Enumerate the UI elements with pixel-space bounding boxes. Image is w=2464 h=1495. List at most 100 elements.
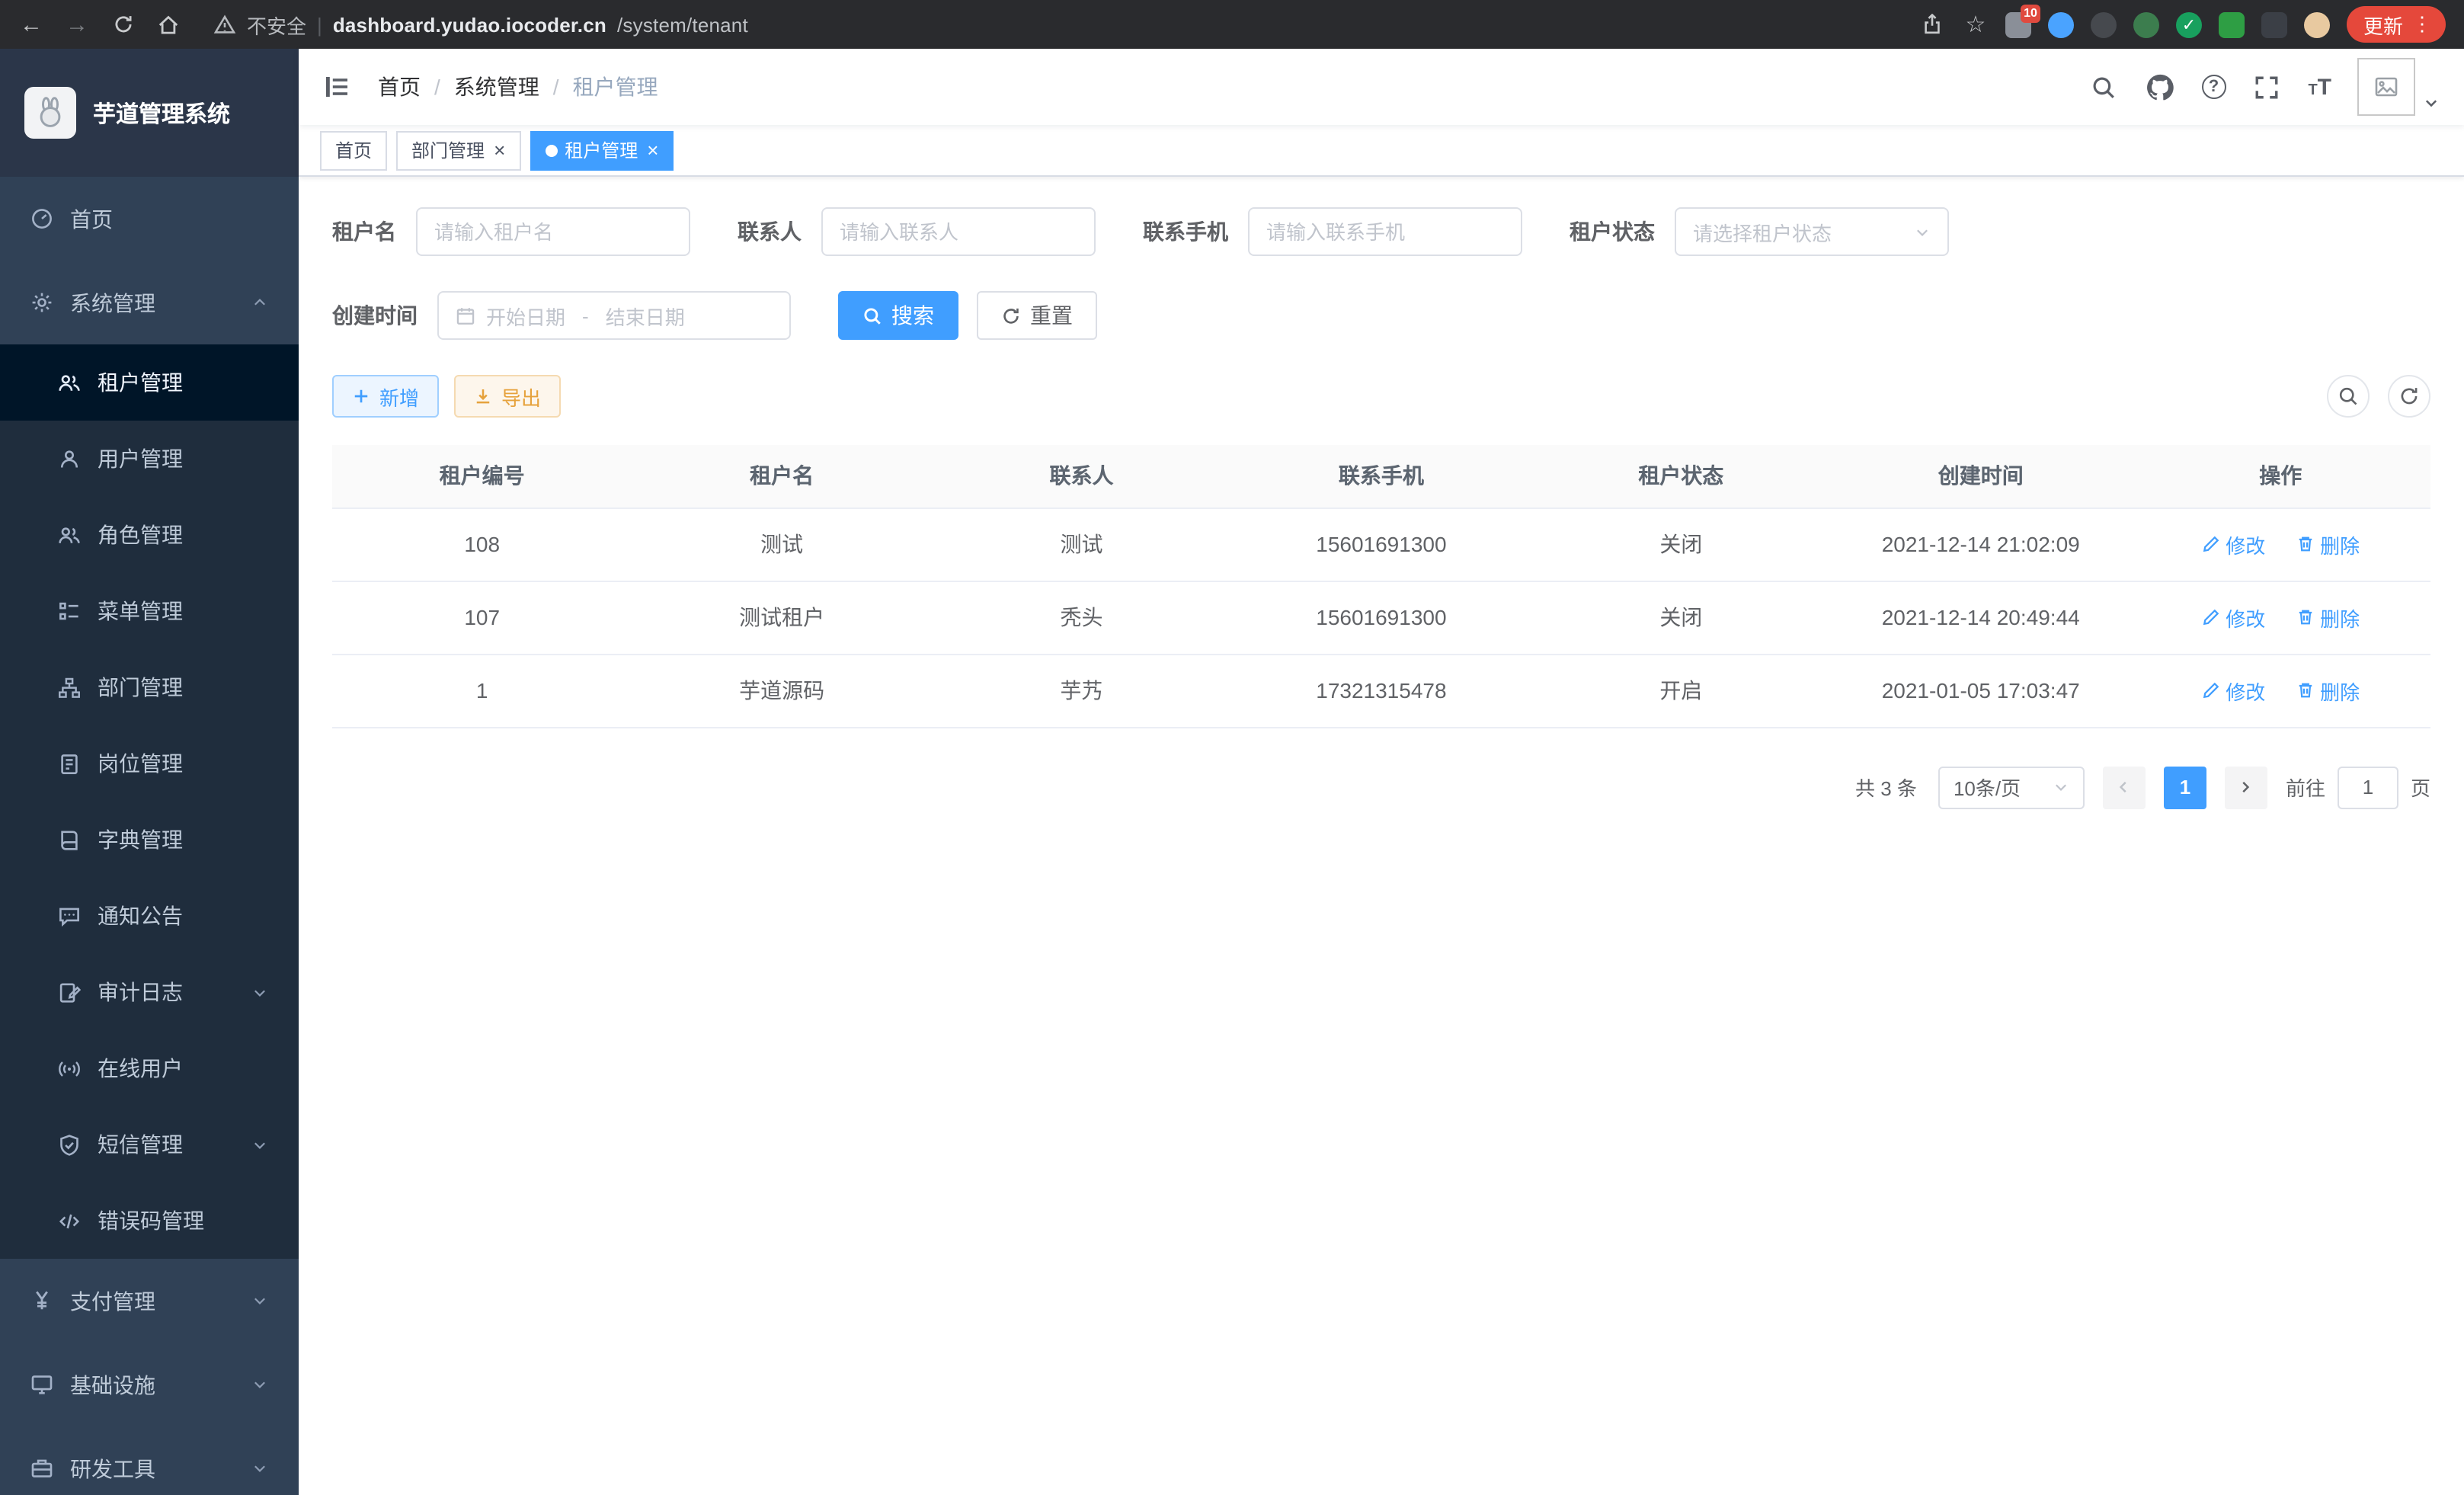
back-icon[interactable]: ← xyxy=(18,11,44,37)
sidebar-item-menus[interactable]: 菜单管理 xyxy=(0,573,299,649)
chevron-down-icon xyxy=(251,1460,268,1477)
pencil-icon xyxy=(2201,608,2219,626)
sidebar-item-sms[interactable]: 短信管理 xyxy=(0,1106,299,1183)
chevron-down-icon[interactable] xyxy=(2423,94,2440,111)
search-button[interactable]: 搜索 xyxy=(838,291,958,340)
search-circle-icon[interactable] xyxy=(2327,375,2370,418)
delete-button[interactable]: 删除 xyxy=(2296,676,2360,705)
share-icon[interactable] xyxy=(1920,11,1946,37)
extension-check-icon[interactable]: ✓ xyxy=(2176,11,2202,37)
dept-tree-icon xyxy=(58,676,81,699)
contact-input[interactable] xyxy=(840,220,1077,243)
extension-icon[interactable]: 10 xyxy=(2005,11,2031,37)
date-range-picker[interactable]: 开始日期 - 结束日期 xyxy=(437,291,791,340)
breadcrumb-home[interactable]: 首页 xyxy=(378,72,421,102)
breadcrumb-tenant: 租户管理 xyxy=(573,72,658,102)
sidebar-item-dict[interactable]: 字典管理 xyxy=(0,802,299,878)
browser-toolbar: ← → 不安全 | dashboard.yudao.iocoder.cn/sys… xyxy=(0,0,2464,49)
pagination-total: 共 3 条 xyxy=(1855,773,1917,802)
toolbar: 新增 导出 xyxy=(332,375,2430,418)
puzzle-icon[interactable] xyxy=(2261,11,2287,37)
sidebar-item-tenant[interactable]: 租户管理 xyxy=(0,344,299,421)
github-icon[interactable] xyxy=(2145,72,2175,102)
date-start-placeholder: 开始日期 xyxy=(486,301,565,330)
edit-button[interactable]: 修改 xyxy=(2201,530,2265,559)
sidebar-item-notice[interactable]: 通知公告 xyxy=(0,878,299,954)
page-size-select[interactable]: 10条/页 xyxy=(1938,766,2085,808)
extension-drop-icon[interactable] xyxy=(2048,11,2074,37)
tags-view: 首页 部门管理 × 租户管理 × xyxy=(299,125,2464,177)
status-select[interactable]: 请选择租户状态 xyxy=(1675,207,1949,256)
calendar-icon xyxy=(456,306,475,325)
close-icon[interactable]: × xyxy=(647,140,658,160)
chevron-down-icon xyxy=(1914,223,1931,240)
chevron-down-icon xyxy=(251,1292,268,1309)
sidebar-item-online-users[interactable]: 在线用户 xyxy=(0,1030,299,1106)
status-text: 关闭 xyxy=(1531,507,1831,581)
page-number-button[interactable]: 1 xyxy=(2164,766,2206,808)
add-button[interactable]: 新增 xyxy=(332,375,439,418)
trash-icon xyxy=(2296,681,2314,699)
prev-page-button[interactable] xyxy=(2103,766,2146,808)
refresh-icon[interactable] xyxy=(110,11,136,37)
filter-row-2: 创建时间 开始日期 - 结束日期 搜索 xyxy=(332,291,2430,340)
sidebar-item-dev-tools[interactable]: 研发工具 xyxy=(0,1426,299,1495)
avatar[interactable] xyxy=(2357,58,2415,116)
active-dot xyxy=(545,144,557,156)
col-status: 租户状态 xyxy=(1531,445,1831,507)
col-created: 创建时间 xyxy=(1831,445,2130,507)
chrome-update-button[interactable]: 更新 ⋮ xyxy=(2347,6,2446,43)
sidebar-menu: 首页 系统管理 租户管理 用户管理 角色管理 xyxy=(0,177,299,1495)
tag-home[interactable]: 首页 xyxy=(320,130,387,170)
extension-dark-icon[interactable] xyxy=(2091,11,2117,37)
omnibox[interactable]: 不安全 | dashboard.yudao.iocoder.cn/system/… xyxy=(213,10,748,39)
sidebar-item-posts[interactable]: 岗位管理 xyxy=(0,725,299,802)
star-icon[interactable]: ☆ xyxy=(1963,11,1989,37)
sidebar-item-system[interactable]: 系统管理 xyxy=(0,261,299,344)
tenant-table: 租户编号 租户名 联系人 联系手机 租户状态 创建时间 操作 108 测试 xyxy=(332,445,2430,728)
help-icon[interactable]: ? xyxy=(2201,75,2226,99)
user-menu[interactable] xyxy=(2357,58,2440,116)
plus-icon xyxy=(352,387,370,405)
font-size-icon[interactable]: TT xyxy=(2308,74,2331,100)
home-icon[interactable] xyxy=(155,11,181,37)
fullscreen-icon[interactable] xyxy=(2251,72,2282,102)
sidebar-item-depts[interactable]: 部门管理 xyxy=(0,649,299,725)
sidebar-item-error-codes[interactable]: 错误码管理 xyxy=(0,1183,299,1259)
sidebar-logo[interactable]: 芋道管理系统 xyxy=(0,49,299,177)
profile-avatar-icon[interactable] xyxy=(2304,11,2330,37)
sidebar-item-audit-log[interactable]: 审计日志 xyxy=(0,954,299,1030)
close-icon[interactable]: × xyxy=(494,140,505,160)
menu-tree-icon xyxy=(58,600,81,623)
tenant-name-input[interactable] xyxy=(434,220,672,243)
infra-icon xyxy=(30,1373,53,1396)
breadcrumb-system[interactable]: 系统管理 xyxy=(454,72,539,102)
kebab-menu-icon[interactable]: ⋮ xyxy=(2412,12,2432,37)
extension-book-icon[interactable] xyxy=(2219,11,2245,37)
extension-green-icon[interactable] xyxy=(2133,11,2159,37)
sidebar-item-users[interactable]: 用户管理 xyxy=(0,421,299,497)
tag-tenant[interactable]: 租户管理 × xyxy=(530,130,674,170)
edit-button[interactable]: 修改 xyxy=(2201,603,2265,632)
search-icon[interactable] xyxy=(2088,72,2119,102)
status-text: 关闭 xyxy=(1531,581,1831,654)
edit-button[interactable]: 修改 xyxy=(2201,676,2265,705)
pagination-goto: 前往 页 xyxy=(2286,766,2430,808)
filter-create-time: 创建时间 开始日期 - 结束日期 xyxy=(332,291,791,340)
tag-dept[interactable]: 部门管理 × xyxy=(396,130,520,170)
refresh-circle-icon[interactable] xyxy=(2388,375,2430,418)
sidebar-item-payment[interactable]: 支付管理 xyxy=(0,1259,299,1343)
hamburger-icon[interactable] xyxy=(323,73,350,101)
sidebar-item-infra[interactable]: 基础设施 xyxy=(0,1343,299,1426)
reset-button[interactable]: 重置 xyxy=(977,291,1097,340)
delete-button[interactable]: 删除 xyxy=(2296,603,2360,632)
forward-icon[interactable]: → xyxy=(64,11,90,37)
main-column: 首页 / 系统管理 / 租户管理 ? xyxy=(299,49,2464,1495)
next-page-button[interactable] xyxy=(2225,766,2267,808)
sidebar-item-home[interactable]: 首页 xyxy=(0,177,299,261)
export-button[interactable]: 导出 xyxy=(454,375,561,418)
delete-button[interactable]: 删除 xyxy=(2296,530,2360,559)
goto-page-input[interactable] xyxy=(2338,766,2398,808)
sidebar-item-roles[interactable]: 角色管理 xyxy=(0,497,299,573)
phone-input[interactable] xyxy=(1266,220,1504,243)
